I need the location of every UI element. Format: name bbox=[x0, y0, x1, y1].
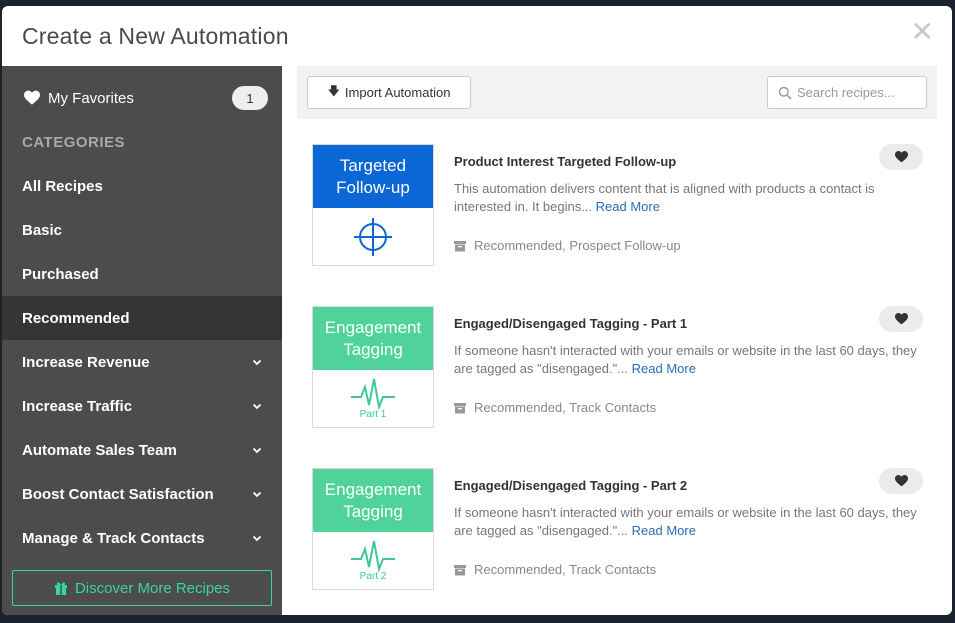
thumbnail-title-line: Tagging bbox=[343, 339, 403, 359]
gift-icon bbox=[54, 582, 67, 595]
favorite-toggle-button[interactable] bbox=[879, 306, 923, 332]
discover-more-recipes-button[interactable]: Discover More Recipes bbox=[12, 570, 272, 606]
search-icon bbox=[778, 86, 792, 100]
modal-title: Create a New Automation bbox=[22, 23, 289, 49]
recipe-title[interactable]: Engaged/Disengaged Tagging - Part 1 bbox=[454, 316, 687, 331]
chevron-down-icon bbox=[252, 491, 262, 498]
sidebar-item-label: All Recipes bbox=[22, 177, 103, 195]
discover-more-recipes-label: Discover More Recipes bbox=[74, 579, 231, 597]
pulse-icon bbox=[351, 378, 395, 411]
chevron-down-icon bbox=[252, 403, 262, 410]
import-automation-button[interactable]: 🡇 Import Automation bbox=[307, 76, 471, 109]
recipe-tags: Recommended, Track Contacts bbox=[454, 562, 656, 577]
sidebar: My Favorites 1 CATEGORIES All Recipes Bas… bbox=[2, 66, 282, 615]
sidebar-item-recommended[interactable]: Recommended bbox=[2, 296, 282, 340]
create-automation-modal: Create a New Automation ✕ My Favorites 1… bbox=[2, 6, 952, 615]
recipe-description: If someone hasn't interacted with your e… bbox=[454, 504, 924, 540]
pulse-icon bbox=[351, 540, 395, 573]
sidebar-item-manage-track-contacts[interactable]: Manage & Track Contacts bbox=[2, 516, 282, 560]
read-more-link[interactable]: Read More bbox=[632, 361, 696, 376]
sidebar-item-boost-contact-satisfaction[interactable]: Boost Contact Satisfaction bbox=[2, 472, 282, 516]
recipe-thumbnail-banner: Targeted Follow-up bbox=[313, 145, 433, 208]
recipe-description: If someone hasn't interacted with your e… bbox=[454, 342, 924, 378]
my-favorites-item[interactable]: My Favorites 1 bbox=[2, 66, 282, 130]
recipe-description: This automation delivers content that is… bbox=[454, 180, 924, 216]
sidebar-item-label: Automate Sales Team bbox=[22, 441, 177, 459]
thumbnail-caption: Part 1 bbox=[359, 409, 387, 420]
download-arrow-icon: 🡇 bbox=[327, 84, 340, 98]
recipe-thumbnail[interactable]: Engagement Tagging Part 1 bbox=[312, 306, 434, 428]
category-list: All Recipes Basic Purchased Recommended Incr… bbox=[2, 164, 282, 560]
heart-icon bbox=[894, 313, 908, 325]
archive-icon bbox=[454, 564, 466, 575]
recipe-thumbnail[interactable]: Targeted Follow-up bbox=[312, 144, 434, 266]
sidebar-item-label: Recommended bbox=[22, 309, 130, 327]
search-box[interactable] bbox=[767, 76, 927, 109]
recipe-panel: 🡇 Import Automation TargetedFollow-up Pro… bbox=[282, 66, 952, 615]
heart-icon bbox=[894, 151, 908, 163]
read-more-link[interactable]: Read More bbox=[596, 199, 660, 214]
sidebar-item-label: Basic bbox=[22, 221, 63, 239]
recipe-thumbnail-graphic: Part 2 bbox=[313, 532, 433, 589]
favorite-toggle-button[interactable] bbox=[879, 144, 923, 170]
sidebar-item-basic[interactable]: Basic bbox=[2, 208, 282, 252]
recipe-thumbnail-graphic: Part 1 bbox=[313, 370, 433, 427]
sidebar-item-label: Purchased bbox=[22, 265, 99, 283]
close-icon[interactable]: ✕ bbox=[911, 18, 934, 46]
recipe-tags-text: Recommended, Track Contacts bbox=[474, 400, 657, 415]
sidebar-item-label: Manage & Track Contacts bbox=[22, 529, 205, 547]
recipe-tags-text: Recommended, Track Contacts bbox=[474, 562, 657, 577]
sidebar-item-purchased[interactable]: Purchased bbox=[2, 252, 282, 296]
sidebar-item-label: Increase Revenue bbox=[22, 353, 150, 371]
my-favorites-label: My Favorites bbox=[48, 89, 134, 107]
crosshair-icon bbox=[354, 217, 392, 256]
chevron-down-icon bbox=[252, 359, 262, 366]
recipe-thumbnail-graphic bbox=[313, 208, 433, 265]
recipe-thumbnail-banner: Engagement Tagging bbox=[313, 469, 433, 532]
heart-icon bbox=[894, 475, 908, 487]
thumbnail-title-line: Engagement bbox=[324, 317, 422, 337]
thumbnail-title-line: Tagging bbox=[343, 501, 403, 521]
sidebar-item-label: Boost Contact Satisfaction bbox=[22, 485, 214, 503]
thumbnail-title-line: Follow-up bbox=[336, 177, 410, 197]
thumbnail-caption: Part 2 bbox=[359, 571, 387, 582]
recipe-card[interactable]: Engagement Tagging Part 1 Engaged/Disengage… bbox=[312, 306, 937, 428]
search-input[interactable] bbox=[797, 85, 917, 100]
recipe-card[interactable]: Targeted Follow-up Product Interest Target… bbox=[312, 144, 937, 266]
thumbnail-title-line: Engagement bbox=[324, 479, 422, 499]
recipe-title[interactable]: Engaged/Disengaged Tagging - Part 2 bbox=[454, 478, 687, 493]
archive-icon bbox=[454, 240, 466, 251]
recipe-tags: Recommended, Track Contacts bbox=[454, 400, 656, 415]
sidebar-item-label: Increase Traffic bbox=[22, 397, 133, 415]
chevron-down-icon bbox=[252, 447, 262, 454]
import-automation-label: Import Automation bbox=[344, 85, 451, 100]
recipe-title[interactable]: Product Interest Targeted Follow-up bbox=[454, 154, 676, 169]
sidebar-item-increase-traffic[interactable]: Increase Traffic bbox=[2, 384, 282, 428]
favorite-toggle-button[interactable] bbox=[879, 468, 923, 494]
favorites-count-badge: 1 bbox=[232, 86, 268, 110]
sidebar-item-automate-sales-team[interactable]: Automate Sales Team bbox=[2, 428, 282, 472]
heart-icon bbox=[24, 90, 40, 105]
read-more-link[interactable]: Read More bbox=[632, 523, 696, 538]
chevron-down-icon bbox=[252, 535, 262, 542]
recipe-toolbar: 🡇 Import Automation bbox=[297, 66, 937, 119]
recipe-thumbnail-banner: Engagement Tagging bbox=[313, 307, 433, 370]
thumbnail-title-line: Targeted bbox=[339, 155, 407, 175]
recipe-description-text: This automation delivers content that is… bbox=[454, 181, 875, 214]
recipe-tags: Recommended, Prospect Follow-up bbox=[454, 238, 681, 253]
recipe-card[interactable]: Engagement Tagging Part 2 Engaged/Disengage… bbox=[312, 468, 937, 590]
modal-header: Create a New Automation ✕ bbox=[2, 6, 952, 66]
recipe-thumbnail[interactable]: Engagement Tagging Part 2 bbox=[312, 468, 434, 590]
archive-icon bbox=[454, 402, 466, 413]
categories-header: CATEGORIES bbox=[22, 133, 126, 151]
sidebar-item-all-recipes[interactable]: All Recipes bbox=[2, 164, 282, 208]
sidebar-item-increase-revenue[interactable]: Increase Revenue bbox=[2, 340, 282, 384]
recipe-tags-text: Recommended, Prospect Follow-up bbox=[474, 238, 681, 253]
